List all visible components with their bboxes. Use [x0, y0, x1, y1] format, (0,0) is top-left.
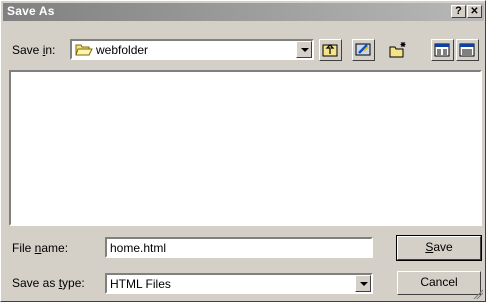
window-title: Save As — [7, 4, 55, 18]
file-name-field[interactable]: home.html — [105, 237, 373, 258]
resize-grip-icon[interactable] — [472, 288, 483, 299]
title-bar[interactable]: Save As ? ✕ — [3, 3, 484, 21]
details-view-icon — [459, 43, 475, 57]
details-view-button[interactable] — [456, 39, 479, 61]
file-name-label: File name: — [12, 241, 69, 255]
save-as-type-dropdown-button[interactable] — [355, 275, 371, 292]
list-view-button[interactable] — [431, 39, 454, 61]
folder-open-icon — [75, 42, 93, 61]
file-name-value: home.html — [110, 241, 167, 255]
file-list[interactable] — [9, 70, 482, 226]
save-as-type-value: HTML Files — [110, 277, 171, 291]
close-icon: ✕ — [470, 6, 479, 17]
save-in-label: Save in: — [12, 43, 56, 57]
help-button[interactable]: ? — [451, 5, 466, 18]
save-in-dropdown-button[interactable] — [296, 41, 312, 58]
save-button[interactable]: Save — [396, 235, 482, 261]
cancel-label: Cancel — [420, 275, 458, 289]
save-as-type-label: Save as type: — [12, 276, 85, 290]
help-icon: ? — [455, 5, 462, 17]
save-as-type-combo[interactable]: HTML Files — [105, 273, 373, 294]
save-in-value: webfolder — [96, 43, 149, 57]
desktop-button[interactable] — [352, 39, 375, 61]
cancel-button[interactable]: Cancel — [397, 271, 481, 295]
save-as-dialog: Save As ? ✕ Save in: webfolder File name… — [0, 0, 486, 302]
desktop-icon — [355, 43, 371, 56]
list-view-icon — [434, 43, 450, 57]
save-in-combo[interactable]: webfolder — [70, 39, 314, 60]
up-one-level-button[interactable] — [319, 39, 342, 61]
close-button[interactable]: ✕ — [467, 5, 482, 18]
new-folder-icon — [389, 42, 406, 58]
folder-up-icon — [322, 44, 338, 57]
new-folder-button[interactable] — [387, 39, 410, 61]
